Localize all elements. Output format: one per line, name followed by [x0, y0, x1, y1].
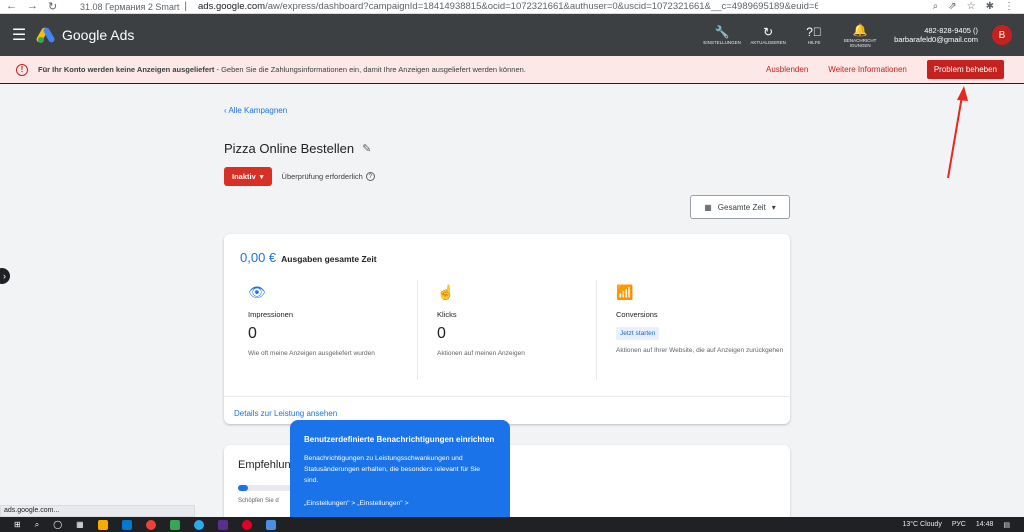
metric-title: Impressionen	[248, 310, 294, 319]
task-view-icon[interactable]: ◯	[53, 520, 62, 530]
status-note-text: Überprüfung erforderlich	[281, 172, 363, 181]
metric-desc: Aktionen auf Ihrer Website, die auf Anze…	[616, 347, 784, 354]
metric-conversions: 📶 Conversions Jetzt starten Aktionen auf…	[616, 284, 786, 380]
status-note: Überprüfung erforderlich ?	[282, 172, 375, 181]
tooltip-body: Benachrichtigungen zu Leistungsschwankun…	[304, 455, 481, 484]
windows-start-icon[interactable]: ⊞	[14, 520, 21, 530]
divider	[417, 280, 418, 380]
status-dropdown[interactable]: Inaktiv ▾	[224, 167, 272, 186]
file-explorer-icon[interactable]	[97, 519, 108, 530]
metric-desc: Aktionen auf meinen Anzeigen	[437, 350, 525, 357]
back-to-campaigns-link[interactable]: ‹ Alle Kampagnen	[224, 106, 287, 115]
progress-fill	[238, 485, 248, 491]
performance-details-link[interactable]: Details zur Leistung ansehen	[234, 409, 337, 418]
eye-icon: 👁	[248, 284, 266, 300]
status-label: Inaktiv	[232, 172, 256, 181]
system-tray: 13°C Cloudy РУС 14:48 ▤	[902, 521, 1024, 529]
metric-title: Conversions	[616, 310, 658, 319]
widgets-icon[interactable]: ▦	[76, 520, 84, 530]
weather[interactable]: 13°C Cloudy	[902, 521, 941, 528]
date-range-label: Gesamte Zeit	[717, 202, 766, 212]
metric-impressions: 👁 Impressionen 0 Wie oft meine Anzeigen …	[248, 284, 418, 380]
app-icon[interactable]	[241, 519, 252, 530]
caret-down-icon: ▾	[259, 172, 264, 181]
spend-label: Ausgaben gesamte Zeit	[281, 254, 377, 264]
get-started-chip[interactable]: Jetzt starten	[616, 327, 660, 340]
tooltip-title: Benutzerdefinierte Benachrichtigungen ei…	[304, 435, 495, 444]
divider	[596, 280, 597, 380]
spend-summary: 0,00 € Ausgaben gesamte Zeit	[240, 250, 377, 265]
search-icon[interactable]: ⌕	[35, 520, 39, 530]
tooltip-path: „Einstellungen" > „Einstellungen" >	[304, 500, 409, 507]
tap-hand-icon: ☝	[437, 284, 455, 300]
taskbar-apps: ⊞ ⌕ ◯ ▦	[0, 519, 276, 530]
recommendations-sub: Schöpfen Sie d	[238, 498, 279, 504]
notification-tooltip: Benutzerdefinierte Benachrichtigungen ei…	[290, 420, 510, 532]
calendar-icon: ▦	[704, 202, 712, 212]
app-icon[interactable]	[265, 519, 276, 530]
metric-title: Klicks	[437, 310, 457, 319]
taskbar: ⊞ ⌕ ◯ ▦ 13°C Cloudy РУС 14:48 ▤	[0, 517, 1024, 532]
app-icon[interactable]	[121, 519, 132, 530]
status-bar-url: ads.google.com...	[0, 505, 195, 517]
chrome-icon[interactable]	[145, 519, 156, 530]
recommendations-title: Empfehlun	[238, 459, 291, 471]
telegram-icon[interactable]	[193, 519, 204, 530]
metric-desc: Wie oft meine Anzeigen ausgeliefert wurd…	[248, 350, 375, 357]
status-row: Inaktiv ▾ Überprüfung erforderlich ?	[224, 167, 375, 186]
language[interactable]: РУС	[952, 521, 966, 528]
summary-card: 0,00 € Ausgaben gesamte Zeit 👁 Impressio…	[224, 234, 790, 424]
page-title: Pizza Online Bestellen ✎	[224, 141, 371, 156]
clock[interactable]: 14:48	[976, 521, 994, 528]
bar-chart-icon: 📶	[616, 284, 634, 300]
info-icon[interactable]: ?	[365, 172, 375, 181]
edit-pencil-icon[interactable]: ✎	[362, 142, 371, 155]
metric-value: 0	[437, 325, 446, 342]
notifications-tray-icon[interactable]: ▤	[1003, 521, 1010, 529]
metric-clicks: ☝ Klicks 0 Aktionen auf meinen Anzeigen	[437, 284, 607, 380]
spend-amount: 0,00 €	[240, 250, 277, 265]
metric-value: 0	[248, 325, 257, 342]
caret-down-icon: ▾	[771, 202, 776, 212]
app-icon[interactable]	[217, 519, 228, 530]
campaign-name: Pizza Online Bestellen	[224, 141, 355, 156]
date-range-button[interactable]: ▦ Gesamte Zeit ▾	[690, 195, 790, 219]
app-icon[interactable]	[169, 519, 180, 530]
back-link-label: Alle Kampagnen	[228, 106, 288, 115]
card-divider	[224, 396, 790, 397]
